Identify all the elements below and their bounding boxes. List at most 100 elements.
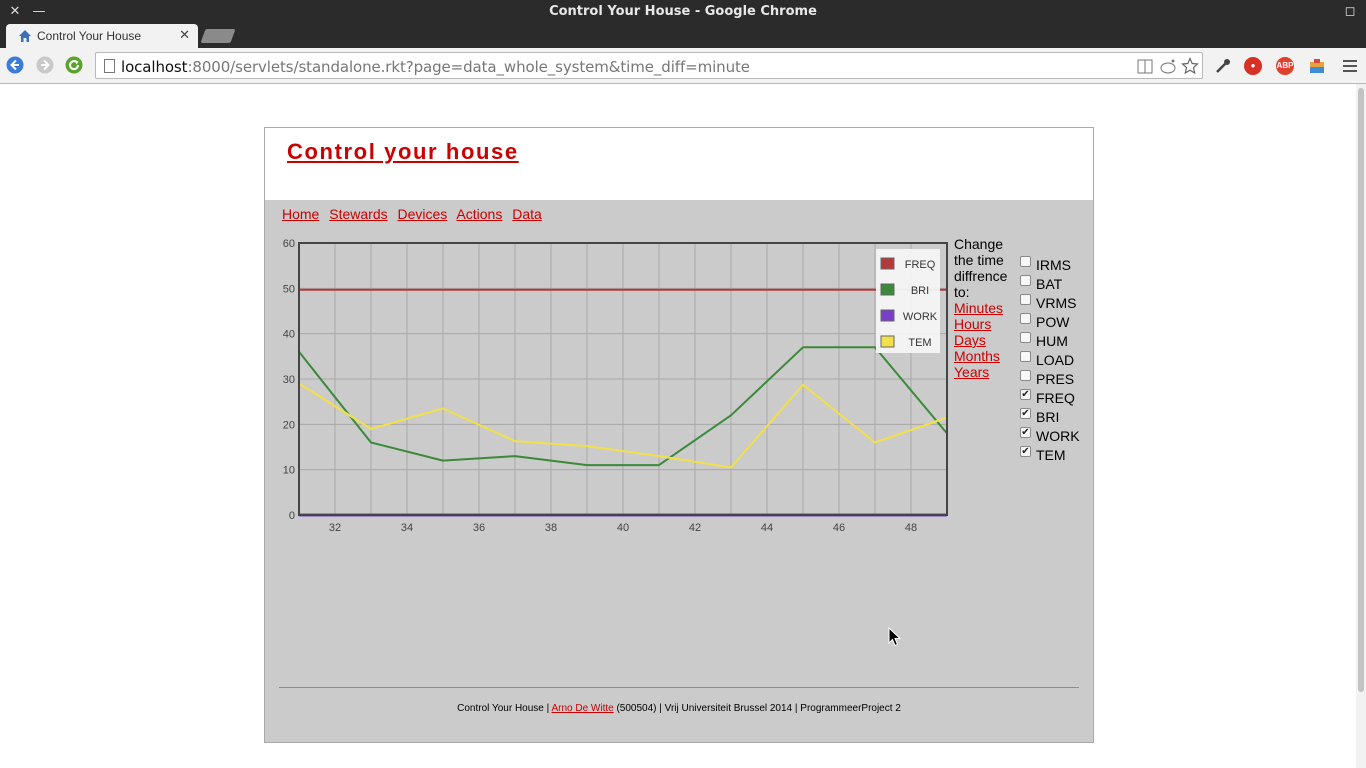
legend-swatch-bri bbox=[880, 283, 895, 296]
address-bar[interactable]: localhost:8000/servlets/standalone.rkt?p… bbox=[95, 52, 1203, 79]
y-tick-label: 10 bbox=[283, 465, 295, 477]
sensor-option-bri[interactable]: ✔ BRI bbox=[1020, 407, 1080, 426]
sensor-label: BAT bbox=[1036, 275, 1063, 292]
x-tick-label: 48 bbox=[905, 522, 917, 534]
sensor-checkbox-bat[interactable] bbox=[1020, 275, 1031, 286]
sensor-label: WORK bbox=[1036, 427, 1080, 444]
scrollbar-thumb[interactable] bbox=[1358, 88, 1364, 692]
menu-home-link[interactable]: Home bbox=[282, 206, 319, 222]
reload-icon[interactable] bbox=[65, 56, 83, 74]
time-hours-link[interactable]: Hours bbox=[954, 316, 1016, 332]
time-months-link[interactable]: Months bbox=[954, 348, 1016, 364]
x-tick-label: 34 bbox=[401, 522, 413, 534]
sensor-option-tem[interactable]: ✔ TEM bbox=[1020, 445, 1080, 464]
sensor-option-load[interactable]: LOAD bbox=[1020, 350, 1080, 369]
legend-label-tem: TEM bbox=[908, 337, 931, 349]
sensor-checkbox-bri[interactable]: ✔ bbox=[1020, 408, 1031, 419]
sensor-checkbox-pow[interactable] bbox=[1020, 313, 1031, 324]
sensor-label: BRI bbox=[1036, 408, 1060, 425]
tab-label: Control Your House bbox=[37, 29, 142, 43]
tab-control-your-house[interactable]: Control Your House ✕ bbox=[6, 24, 198, 48]
eyedropper-icon[interactable] bbox=[1214, 57, 1232, 75]
sensor-label: LOAD bbox=[1036, 351, 1075, 368]
adblock-icon[interactable]: ABP bbox=[1276, 57, 1294, 75]
sensor-label: FREQ bbox=[1036, 389, 1075, 406]
time-years-link[interactable]: Years bbox=[954, 364, 1016, 380]
y-tick-label: 20 bbox=[283, 419, 295, 431]
sensor-checkbox-work[interactable]: ✔ bbox=[1020, 427, 1031, 438]
sensor-label: VRMS bbox=[1036, 294, 1077, 311]
sensor-label: PRES bbox=[1036, 370, 1075, 387]
maximize-window-icon[interactable]: ◻ bbox=[1341, 3, 1359, 21]
menu-devices-link[interactable]: Devices bbox=[398, 206, 448, 222]
site-menu: Home Stewards Devices Actions Data bbox=[282, 206, 548, 222]
sensor-option-pow[interactable]: POW bbox=[1020, 312, 1080, 331]
site-container: Control your house Home Stewards Devices… bbox=[264, 127, 1094, 743]
site-header: Control your house bbox=[265, 128, 1093, 200]
window-titlebar: ✕ — Control Your House - Google Chrome ◻ bbox=[0, 0, 1366, 24]
y-tick-label: 30 bbox=[283, 374, 295, 386]
sensor-option-hum[interactable]: HUM bbox=[1020, 331, 1080, 350]
legend-swatch-tem bbox=[880, 335, 895, 348]
legend-label-freq: FREQ bbox=[905, 259, 936, 271]
time-minutes-link[interactable]: Minutes bbox=[954, 300, 1016, 316]
author-link[interactable]: Arno De Witte bbox=[551, 703, 613, 714]
site-title-link[interactable]: Control your house bbox=[287, 139, 519, 165]
sensor-label: HUM bbox=[1036, 332, 1068, 349]
menu-stewards-link[interactable]: Stewards bbox=[329, 206, 387, 222]
window-title: Control Your House - Google Chrome bbox=[549, 4, 817, 19]
sensor-checkbox-hum[interactable] bbox=[1020, 332, 1031, 343]
y-tick-label: 50 bbox=[283, 283, 295, 295]
y-tick-label: 0 bbox=[289, 510, 295, 522]
sensor-checkbox-irms[interactable] bbox=[1020, 256, 1031, 267]
sensor-option-freq[interactable]: ✔ FREQ bbox=[1020, 388, 1080, 407]
back-icon[interactable] bbox=[6, 56, 24, 74]
reader-mode-icon[interactable] bbox=[1137, 59, 1153, 74]
sensor-option-vrms[interactable]: VRMS bbox=[1020, 293, 1080, 312]
sensor-checkbox-tem[interactable]: ✔ bbox=[1020, 446, 1031, 457]
sensor-option-pres[interactable]: PRES bbox=[1020, 369, 1080, 388]
page-icon bbox=[104, 59, 115, 73]
forward-icon[interactable] bbox=[36, 56, 54, 74]
sensor-checkbox-vrms[interactable] bbox=[1020, 294, 1031, 305]
y-tick-label: 40 bbox=[283, 329, 295, 341]
menu-actions-link[interactable]: Actions bbox=[456, 206, 502, 222]
reddit-icon[interactable] bbox=[1159, 58, 1177, 74]
legend-swatch-work bbox=[880, 309, 895, 322]
stop-extension-icon[interactable]: ● bbox=[1244, 57, 1262, 75]
menu-data-link[interactable]: Data bbox=[512, 206, 542, 222]
x-tick-label: 44 bbox=[761, 522, 773, 534]
sensor-label: IRMS bbox=[1036, 256, 1071, 273]
bookmark-star-icon[interactable] bbox=[1181, 57, 1199, 75]
chrome-extension-icon[interactable] bbox=[1308, 57, 1326, 75]
sensor-option-bat[interactable]: BAT bbox=[1020, 274, 1080, 293]
sensor-checkbox-load[interactable] bbox=[1020, 351, 1031, 362]
footer-divider bbox=[279, 687, 1079, 688]
page-scrollbar[interactable] bbox=[1356, 84, 1366, 768]
url-text[interactable]: localhost:8000/servlets/standalone.rkt?p… bbox=[121, 58, 750, 76]
time-days-link[interactable]: Days bbox=[954, 332, 1016, 348]
browser-toolbar: localhost:8000/servlets/standalone.rkt?p… bbox=[0, 48, 1366, 84]
y-tick-label: 60 bbox=[283, 238, 295, 250]
home-icon bbox=[19, 30, 31, 42]
legend-swatch-freq bbox=[880, 257, 895, 270]
sensor-line-chart: 0 10 20 30 40 50 60 32 34 36 38 40 42 44 46 48 FREQ BRI WO… bbox=[283, 238, 948, 534]
new-tab-button[interactable] bbox=[200, 29, 236, 43]
sensor-option-irms[interactable]: IRMS bbox=[1020, 255, 1080, 274]
sensor-option-work[interactable]: ✔ WORK bbox=[1020, 426, 1080, 445]
legend-label-work: WORK bbox=[903, 311, 938, 323]
sensor-label: TEM bbox=[1036, 446, 1066, 463]
time-difference-panel: Change the time diffrence to: Minutes Ho… bbox=[954, 236, 1016, 380]
menu-icon[interactable] bbox=[1342, 58, 1358, 74]
x-tick-label: 32 bbox=[329, 522, 341, 534]
sensor-label: POW bbox=[1036, 313, 1070, 330]
sensor-checkbox-freq[interactable]: ✔ bbox=[1020, 389, 1031, 400]
x-tick-label: 46 bbox=[833, 522, 845, 534]
mouse-cursor-icon bbox=[888, 627, 902, 647]
sensor-checkbox-pres[interactable] bbox=[1020, 370, 1031, 381]
x-tick-label: 40 bbox=[617, 522, 629, 534]
site-footer: Control Your House | Arno De Witte (5005… bbox=[457, 703, 901, 714]
tab-close-icon[interactable]: ✕ bbox=[179, 27, 190, 43]
legend-label-bri: BRI bbox=[911, 285, 929, 297]
x-tick-label: 36 bbox=[473, 522, 485, 534]
